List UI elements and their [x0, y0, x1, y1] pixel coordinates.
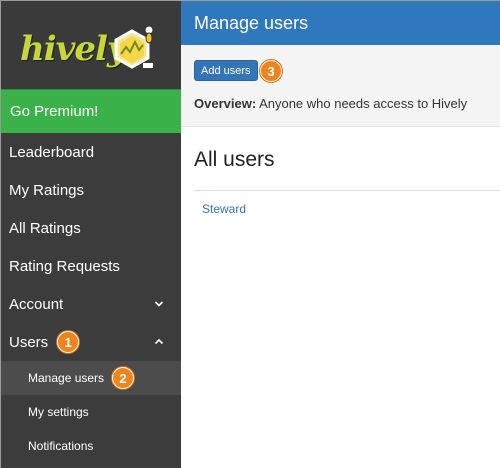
main-content: Manage users Add users 3 Overview: Anyon… [181, 1, 500, 468]
overview-text: Overview: Anyone who needs access to Hiv… [194, 96, 467, 111]
sidebar: hively Go Premium! Leaderboard My Rating… [1, 1, 181, 468]
sidebar-nav: Leaderboard My Ratings All Ratings Ratin… [1, 133, 181, 463]
subnav-item-my-settings[interactable]: My settings [1, 395, 181, 429]
logo[interactable]: hively [1, 1, 181, 89]
user-link-steward[interactable]: Steward [181, 191, 500, 216]
sidebar-item-label: My Ratings [9, 181, 85, 199]
sidebar-item-my-ratings[interactable]: My Ratings [1, 171, 181, 209]
sidebar-item-label: Rating Requests [9, 257, 120, 275]
toolbar: Add users 3 Overview: Anyone who needs a… [181, 45, 500, 127]
chevron-up-icon [154, 338, 164, 345]
step-badge-2: 2 [112, 367, 135, 389]
subnav-item-label: Manage users [28, 371, 105, 385]
add-users-button[interactable]: Add users [194, 60, 258, 81]
sidebar-item-label: All Ratings [9, 219, 81, 237]
sidebar-item-label: Account [9, 295, 64, 313]
subnav-item-label: Notifications [28, 439, 94, 453]
chevron-down-icon [154, 301, 164, 307]
overview-description: Anyone who needs access to Hively [259, 96, 468, 111]
sidebar-item-users[interactable]: Users 1 [1, 323, 181, 361]
section-title: All users [194, 148, 275, 171]
overview-label: Overview: [194, 96, 257, 111]
sidebar-item-rating-requests[interactable]: Rating Requests [1, 247, 181, 285]
sidebar-item-account[interactable]: Account [1, 285, 181, 323]
subnav-item-manage-users[interactable]: Manage users 2 [1, 361, 181, 395]
sidebar-item-label: Leaderboard [9, 143, 95, 161]
step-badge-3: 3 [260, 60, 282, 82]
sidebar-item-all-ratings[interactable]: All Ratings [1, 209, 181, 247]
page-title: Manage users [181, 1, 500, 45]
hive-logo-icon [114, 25, 154, 69]
step-badge-1: 1 [57, 331, 80, 353]
subnav-item-notifications[interactable]: Notifications [1, 429, 181, 463]
go-premium-link[interactable]: Go Premium! [1, 89, 181, 133]
sidebar-item-label: Users [9, 333, 49, 351]
subnav-item-label: My settings [28, 405, 89, 419]
sidebar-item-leaderboard[interactable]: Leaderboard [1, 133, 181, 171]
